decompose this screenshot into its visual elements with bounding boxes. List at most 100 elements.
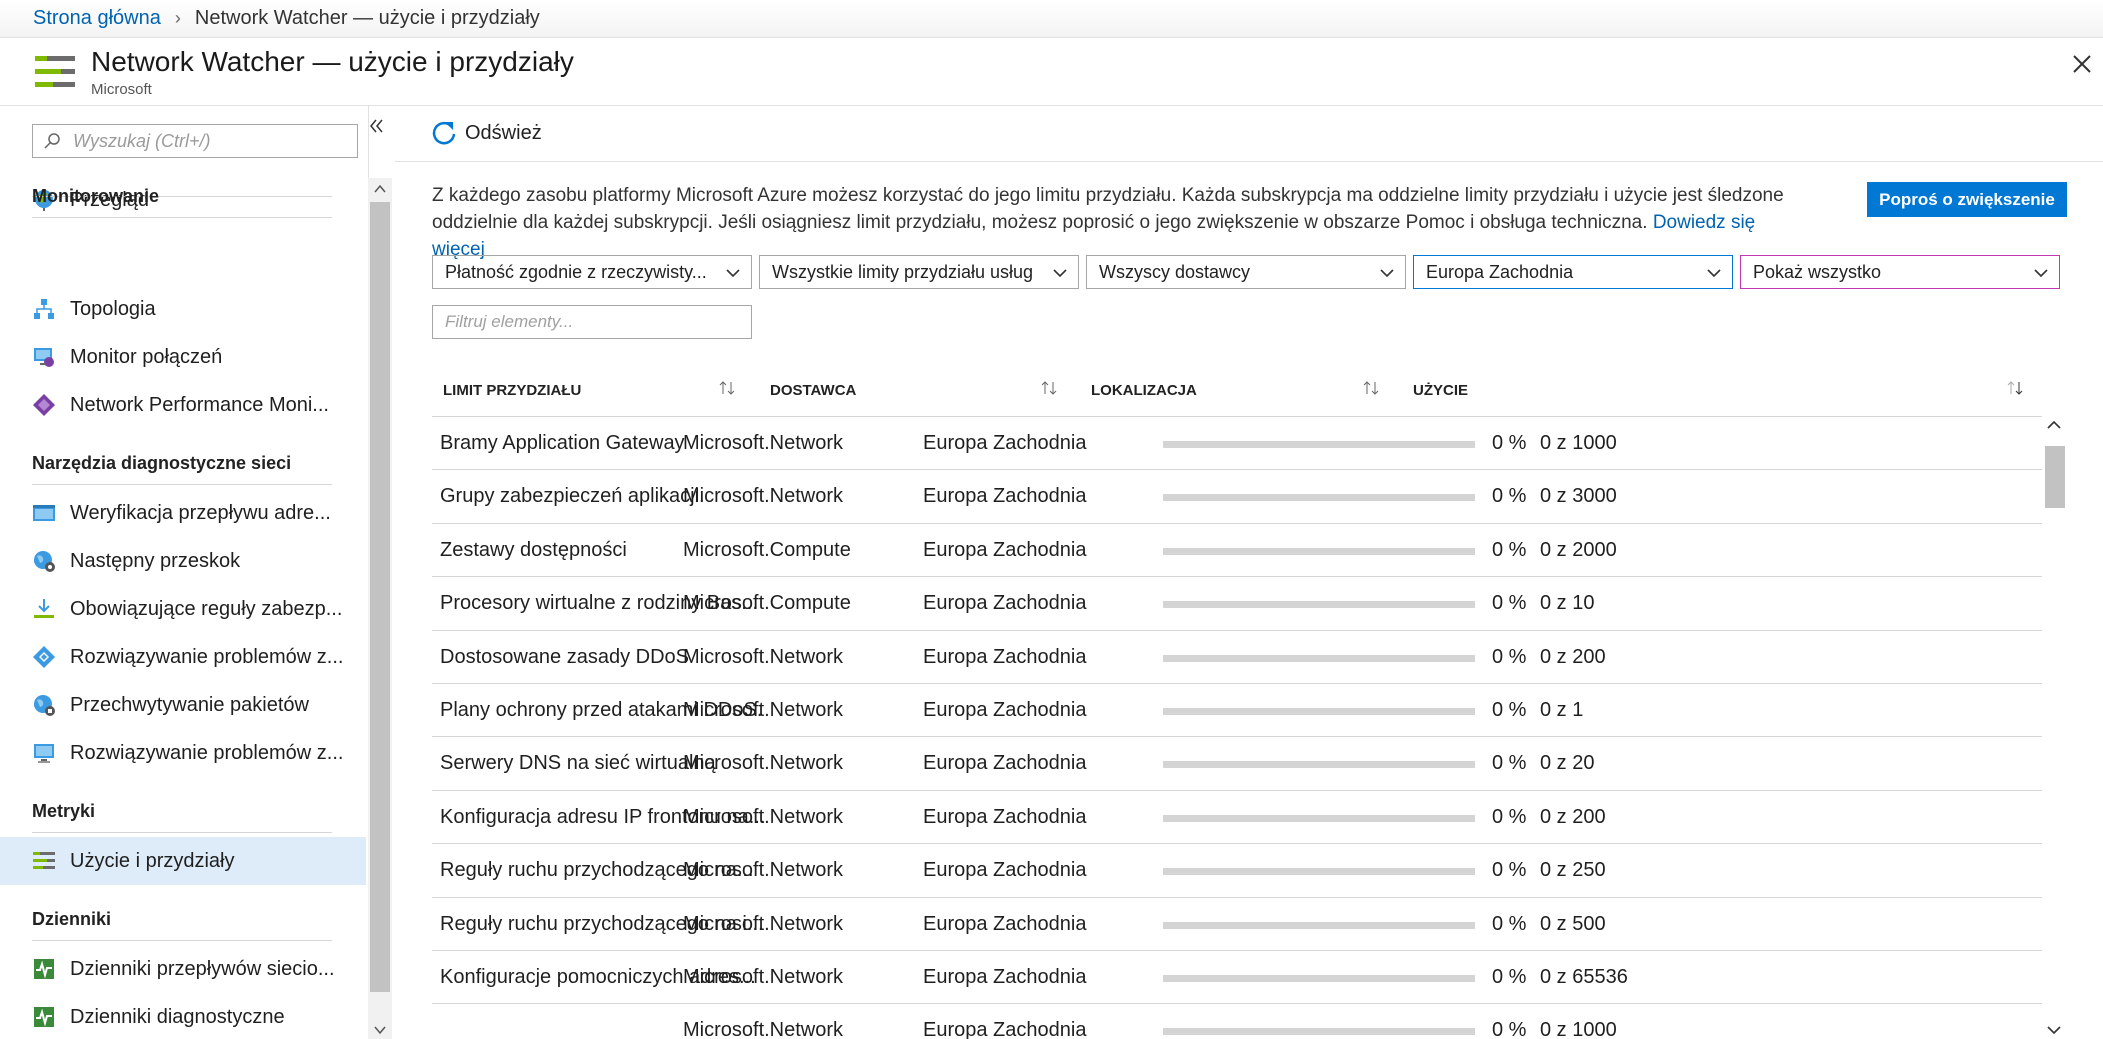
search-icon	[44, 133, 60, 149]
cell-usage-count: 0 z 1000	[1540, 432, 1617, 454]
cell-location: Europa Zachodnia	[923, 538, 1087, 561]
table-row[interactable]: Reguły ruchu przychodzącego na i... Micro…	[432, 898, 2042, 951]
quota-limits-dropdown-value: Wszystkie limity przydziału usług	[772, 261, 1034, 282]
cell-usage-count: 0 z 2000	[1540, 538, 1617, 561]
filter-items-input[interactable]: Filtruj elementy...	[432, 305, 752, 339]
sidebar-item-ip-flow-verify[interactable]: Weryfikacja przepływu adre...	[0, 489, 366, 537]
refresh-button[interactable]: Odśwież	[431, 120, 542, 146]
scroll-down-icon[interactable]	[2047, 1025, 2061, 1035]
quota-limits-dropdown[interactable]: Wszystkie limity przydziału usług	[759, 255, 1079, 289]
sidebar-item-label: Użycie i przydziały	[70, 849, 235, 872]
sidebar-item-label: Network Performance Moni...	[70, 393, 329, 416]
table-scroll-thumb[interactable]	[2045, 446, 2065, 508]
column-header-provider[interactable]: DOSTAWCA	[770, 382, 856, 399]
sidebar-item-label: Rozwiązywanie problemów z...	[70, 741, 344, 764]
table-row[interactable]: Konfiguracje pomocniczych adres... Micros…	[432, 951, 2042, 1005]
request-increase-button[interactable]: Poproś o zwiększenie	[1867, 182, 2067, 217]
table-row[interactable]: Konfiguracja adresu IP frontonu na... Mic…	[432, 791, 2042, 845]
scroll-up-icon[interactable]	[374, 184, 386, 194]
billing-dropdown[interactable]: Płatność zgodnie z rzeczywisty...	[432, 255, 752, 289]
page: Strona główna › Network Watcher — użycie…	[0, 0, 2103, 1039]
table-header: LIMIT PRZYDZIAŁU DOSTAWCA LOKALIZACJA UŻ…	[432, 370, 2072, 410]
sidebar-item-next-hop[interactable]: Następny przeskok	[0, 537, 366, 585]
cell-location: Europa Zachodnia	[923, 698, 1087, 721]
scroll-up-icon[interactable]	[2047, 420, 2061, 430]
region-dropdown[interactable]: Europa Zachodnia	[1413, 255, 1733, 289]
cell-provider: Microsoft.Compute	[683, 538, 851, 561]
sidebar-item-label: Przechwytywanie pakietów	[70, 693, 309, 716]
table-scrollbar[interactable]	[2042, 416, 2066, 1039]
cell-provider: Microsoft.Network	[683, 859, 844, 882]
table-row[interactable]: Zestawy dostępności Microsoft.Compute Euro…	[432, 524, 2042, 578]
sidebar-scrollbar[interactable]	[368, 178, 392, 1039]
sidebar-item-diagnostic-logs[interactable]: Dzienniki diagnostyczne	[0, 993, 366, 1039]
sidebar-item-topology[interactable]: Topologia	[0, 285, 366, 333]
sidebar-item-label: Następny przeskok	[70, 549, 241, 572]
collapse-sidebar-icon[interactable]	[366, 116, 386, 136]
usage-bar	[1163, 814, 1475, 822]
sidebar-item-vpn-troubleshoot[interactable]: Rozwiązywanie problemów z...	[0, 633, 366, 681]
column-header-location[interactable]: LOKALIZACJA	[1091, 382, 1197, 399]
cell-usage-count: 0 z 500	[1540, 912, 1606, 935]
sidebar-item-label: Rozwiązywanie problemów z...	[70, 645, 344, 668]
table-row[interactable]: Grupy zabezpieczeń aplikacji. Microsoft.N…	[432, 470, 2042, 524]
section-monitoring-heading: Monitorowanie	[32, 186, 332, 218]
section-diagnostics-heading: Narzędzia diagnostyczne sieci	[32, 453, 332, 485]
table-row[interactable]: Microsoft.Network Europa Zachodnia 0 % 0 z …	[432, 1004, 2042, 1039]
sort-icon[interactable]	[718, 380, 736, 396]
usage-bar	[1163, 761, 1475, 769]
cell-location: Europa Zachodnia	[923, 592, 1087, 615]
sidebar-item-packet-capture[interactable]: Przechwytywanie pakietów	[0, 681, 366, 729]
cell-location: Europa Zachodnia	[923, 912, 1087, 935]
chevron-down-icon	[1053, 269, 1067, 278]
usage-bar	[1163, 868, 1475, 876]
table-row[interactable]: Serwery DNS na sieć wirtualną Microsoft.N…	[432, 737, 2042, 791]
sort-icon[interactable]	[1040, 380, 1058, 396]
cell-usage-percent: 0 %	[1492, 805, 1527, 828]
cell-usage-percent: 0 %	[1492, 859, 1527, 882]
sort-icon[interactable]	[1362, 380, 1380, 396]
close-icon[interactable]	[2068, 50, 2096, 78]
column-header-usage[interactable]: UŻYCIE	[1413, 382, 1468, 399]
description-text: Z każdego zasobu platformy Microsoft Azu…	[432, 185, 1784, 233]
cell-provider: Microsoft.Network	[683, 485, 844, 508]
cell-location: Europa Zachodnia	[923, 645, 1087, 668]
table-row[interactable]: Plany ochrony przed atakami DDoS. Microso…	[432, 684, 2042, 738]
show-dropdown[interactable]: Pokaż wszystko	[1740, 255, 2060, 289]
sidebar-item-security-rules[interactable]: Obowiązujące reguły zabezp...	[0, 585, 366, 633]
sidebar-item-nsg-flow-logs[interactable]: Dzienniki przepływów siecio...	[0, 945, 366, 993]
usage-bar	[1163, 547, 1475, 555]
sidebar-item-connection-monitor[interactable]: Monitor połączeń	[0, 333, 366, 381]
cell-limit: Zestawy dostępności	[440, 538, 627, 561]
usage-bar	[1163, 654, 1475, 662]
scroll-down-icon[interactable]	[374, 1025, 386, 1035]
cell-usage-percent: 0 %	[1492, 752, 1527, 775]
sidebar-item-usage-quotas[interactable]: Użycie i przydziały	[0, 837, 366, 885]
cell-usage-count: 0 z 65536	[1540, 965, 1628, 988]
cell-provider: Microsoft.Network	[683, 1019, 844, 1039]
sort-descending-icon[interactable]	[2006, 380, 2024, 396]
sidebar-item-connection-troubleshoot[interactable]: Rozwiązywanie problemów z...	[0, 729, 366, 777]
cell-usage-percent: 0 %	[1492, 485, 1527, 508]
sidebar-item-label: Obowiązujące reguły zabezp...	[70, 597, 343, 620]
sidebar-scroll-thumb[interactable]	[370, 202, 390, 992]
breadcrumb-home-link[interactable]: Strona główna	[33, 7, 161, 30]
sidebar-item-npm[interactable]: Network Performance Moni...	[0, 381, 366, 429]
sidebar-item-label: Topologia	[70, 297, 156, 320]
search-input[interactable]: Wyszukaj (Ctrl+/)	[32, 124, 358, 158]
table-row[interactable]: Bramy Application Gateway Microsoft.Netwo…	[432, 417, 2042, 471]
table-row[interactable]: Procesory wirtualne z rodziny Bas... Micr…	[432, 577, 2042, 631]
download-rules-icon	[34, 599, 54, 618]
chevron-down-icon	[2034, 269, 2048, 278]
table-row[interactable]: Reguły ruchu przychodzącego na... Microso…	[432, 844, 2042, 898]
region-dropdown-value: Europa Zachodnia	[1426, 261, 1574, 282]
billing-dropdown-value: Płatność zgodnie z rzeczywisty...	[445, 261, 707, 282]
providers-dropdown[interactable]: Wszyscy dostawcy	[1086, 255, 1406, 289]
column-header-limit[interactable]: LIMIT PRZYDZIAŁU	[443, 382, 581, 399]
cell-usage-count: 0 z 250	[1540, 859, 1606, 882]
table-row[interactable]: Dostosowane zasady DDoS Microsoft.Network…	[432, 631, 2042, 684]
cell-usage-percent: 0 %	[1492, 432, 1527, 454]
diagnostic-logs-icon	[34, 1007, 54, 1027]
show-dropdown-value: Pokaż wszystko	[1753, 261, 1882, 282]
breadcrumb-current: Network Watcher — użycie i przydziały	[194, 7, 540, 29]
